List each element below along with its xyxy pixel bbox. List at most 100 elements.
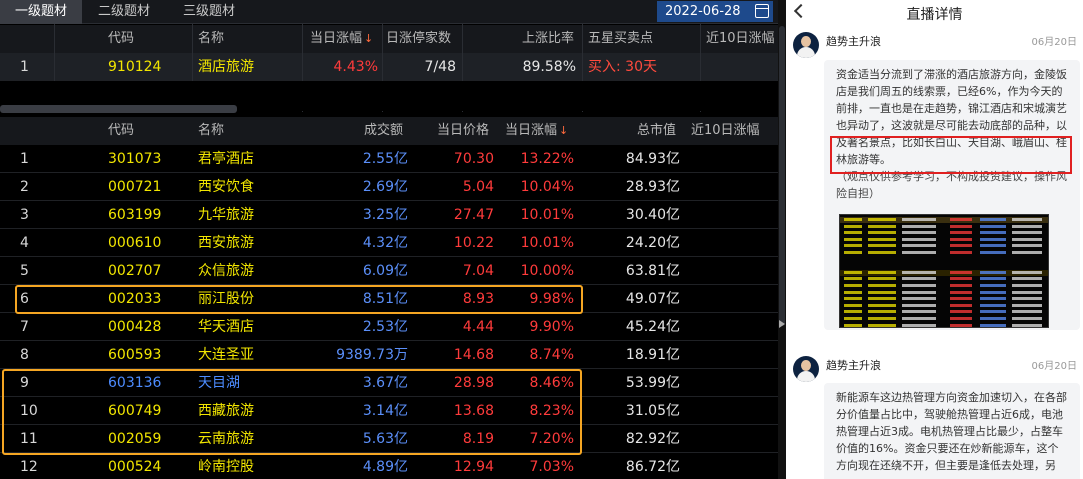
stock-name: 九华旅游	[198, 207, 254, 223]
stock-price: 70.30	[453, 151, 494, 167]
stock-amount: 4.32亿	[362, 235, 408, 251]
col-change-label: 当日涨幅	[310, 31, 363, 46]
stock-price: 8.19	[462, 431, 494, 447]
stock-code: 002707	[108, 263, 162, 279]
stock-price: 8.93	[462, 291, 494, 307]
col-limit-up[interactable]: 日涨停家数	[386, 25, 451, 53]
sector-change: 4.43%	[333, 59, 378, 75]
col-change[interactable]: 当日涨幅 ↓	[505, 117, 568, 145]
stock-change: 7.20%	[529, 431, 574, 447]
row-index: 7	[20, 319, 29, 335]
post-date: 06月20日	[1031, 37, 1077, 48]
calendar-icon[interactable]	[755, 4, 769, 18]
vertical-scrollbar[interactable]	[778, 0, 786, 479]
stock-table-header: 代码 名称 成交额 当日价格 当日涨幅 ↓ 总市值 近10日涨幅	[0, 117, 780, 145]
tab-level1[interactable]: 一级题材	[0, 0, 82, 24]
stock-name: 众信旅游	[198, 263, 254, 279]
thumb-row	[840, 237, 1048, 243]
thumb-row	[840, 283, 1048, 289]
col-10day[interactable]: 近10日涨幅	[706, 25, 775, 53]
stock-price: 10.22	[453, 235, 494, 251]
stock-amount: 5.63亿	[362, 431, 408, 447]
row-index: 10	[20, 403, 38, 419]
date-value: 2022-06-28	[665, 4, 741, 19]
thumb-row	[840, 224, 1048, 230]
stock-price: 13.68	[453, 403, 494, 419]
stock-change: 8.74%	[529, 347, 574, 363]
post-text: 新能源车这边热管理方向资金加速切入，在各部分价值量占比中，驾驶舱热管理占近6成，…	[836, 391, 1067, 472]
row-index: 12	[20, 459, 38, 475]
stock-name: 西安饮食	[198, 179, 254, 195]
date-picker[interactable]: 2022-06-28	[657, 1, 773, 22]
thumb-row	[840, 257, 1048, 263]
thumb-row	[840, 323, 1048, 327]
tab-level2[interactable]: 二级题材	[82, 0, 166, 24]
row-index: 2	[20, 179, 29, 195]
stock-code: 600749	[108, 403, 162, 419]
avatar[interactable]	[793, 356, 819, 382]
table-row[interactable]: 12 000524 岭南控股 4.89亿 12.94 7.03% 86.72亿	[0, 453, 780, 479]
stock-code: 000610	[108, 235, 162, 251]
tab-bar: 一级题材 二级题材 三级题材 2022-06-28	[0, 0, 780, 24]
stock-market-cap: 63.81亿	[625, 263, 680, 279]
stock-amount: 6.09亿	[362, 263, 408, 279]
tab-level3[interactable]: 三级题材	[166, 0, 252, 24]
post-author[interactable]: 趋势主升浪	[826, 33, 881, 49]
col-code[interactable]: 代码	[108, 25, 134, 53]
col-change[interactable]: 当日涨幅 ↓	[310, 25, 373, 53]
col-name[interactable]: 名称	[198, 117, 224, 145]
stock-name: 岭南控股	[198, 459, 254, 475]
row-index: 3	[20, 207, 29, 223]
col-signal[interactable]: 五星买卖点	[588, 25, 653, 53]
stock-change: 10.00%	[520, 263, 574, 279]
sort-desc-icon: ↓	[364, 32, 374, 45]
sector-row[interactable]: 1 910124 酒店旅游 4.43% 7/48 89.58% 买入: 30天	[0, 53, 780, 81]
row-index: 9	[20, 375, 29, 391]
table-row[interactable]: 9 603136 天目湖 3.67亿 28.98 8.46% 53.99亿	[0, 369, 780, 397]
thumb-row	[840, 309, 1048, 315]
post-image[interactable]	[839, 214, 1049, 328]
stock-amount: 8.51亿	[362, 291, 408, 307]
col-code[interactable]: 代码	[108, 117, 134, 145]
stock-code: 000428	[108, 319, 162, 335]
table-row[interactable]: 10 600749 西藏旅游 3.14亿 13.68 8.23% 31.05亿	[0, 397, 780, 425]
stock-code: 600593	[108, 347, 162, 363]
table-row[interactable]: 8 600593 大连圣亚 9389.73万 14.68 8.74% 18.91亿	[0, 341, 780, 369]
row-index: 5	[20, 263, 29, 279]
stock-change: 8.46%	[529, 375, 574, 391]
col-up-ratio[interactable]: 上涨比率	[522, 25, 574, 53]
post-author[interactable]: 趋势主升浪	[826, 357, 881, 373]
col-name[interactable]: 名称	[198, 25, 224, 53]
col-10day[interactable]: 近10日涨幅	[691, 117, 760, 145]
col-market-cap[interactable]: 总市值	[637, 117, 676, 145]
thumb-row	[840, 316, 1048, 322]
stock-market-cap: 86.72亿	[625, 459, 680, 475]
horizontal-scrollbar[interactable]	[0, 105, 237, 113]
col-price[interactable]: 当日价格	[437, 117, 489, 145]
avatar[interactable]	[793, 32, 819, 58]
thumb-row	[840, 263, 1048, 269]
scroll-thumb[interactable]	[779, 26, 785, 326]
sector-limit-up: 7/48	[424, 59, 456, 75]
panel-title: 直播详情	[906, 7, 963, 23]
stock-name: 丽江股份	[198, 291, 254, 307]
live-panel: 直播详情 趋势主升浪 06月20日 资金适当分流到了滞涨的酒店旅游方向，金陵饭店…	[786, 0, 1083, 479]
stock-price: 14.68	[453, 347, 494, 363]
col-amount[interactable]: 成交额	[364, 117, 403, 145]
stock-price: 27.47	[453, 207, 494, 223]
table-row[interactable]: 5 002707 众信旅游 6.09亿 7.04 10.00% 63.81亿	[0, 257, 780, 285]
stock-name: 华天酒店	[198, 319, 254, 335]
table-row[interactable]: 6 002033 丽江股份 8.51亿 8.93 9.98% 49.07亿	[0, 285, 780, 313]
stock-price: 4.44	[462, 319, 494, 335]
stock-market-cap: 82.92亿	[625, 431, 680, 447]
table-row[interactable]: 7 000428 华天酒店 2.53亿 4.44 9.90% 45.24亿	[0, 313, 780, 341]
col-change-label: 当日涨幅	[505, 123, 558, 138]
stock-change: 10.01%	[520, 235, 574, 251]
stock-market-cap: 28.93亿	[625, 179, 680, 195]
table-row[interactable]: 4 000610 西安旅游 4.32亿 10.22 10.01% 24.20亿	[0, 229, 780, 257]
table-row[interactable]: 3 603199 九华旅游 3.25亿 27.47 10.01% 30.40亿	[0, 201, 780, 229]
table-row[interactable]: 1 301073 君亭酒店 2.55亿 70.30 13.22% 84.93亿	[0, 145, 780, 173]
table-row[interactable]: 11 002059 云南旅游 5.63亿 8.19 7.20% 82.92亿	[0, 425, 780, 453]
table-row[interactable]: 2 000721 西安饮食 2.69亿 5.04 10.04% 28.93亿	[0, 173, 780, 201]
thumb-row	[840, 243, 1048, 249]
